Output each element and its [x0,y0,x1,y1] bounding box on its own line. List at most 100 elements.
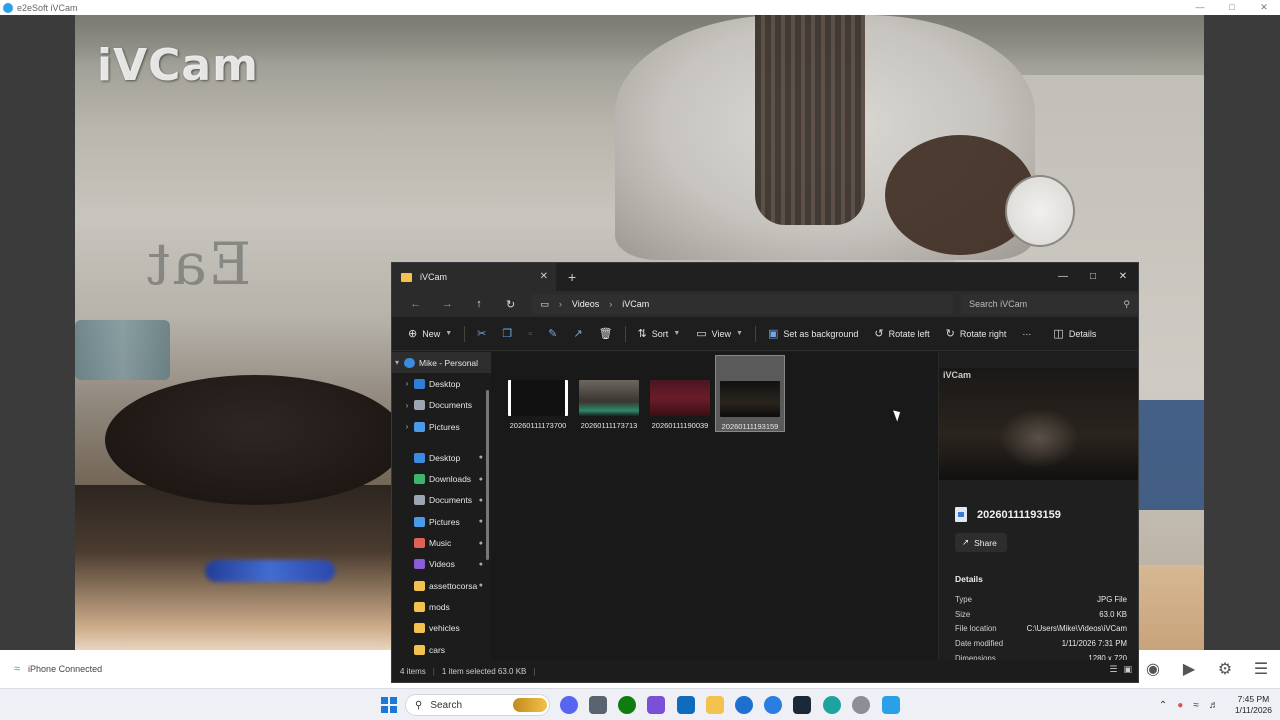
selection-info: 1 item selected 63.0 KB [441,666,527,676]
folder-icon [414,559,425,570]
quick-access-videos[interactable]: Videos ● [392,554,491,575]
rotate-left-label: Rotate left [888,328,930,339]
file-item[interactable]: 20260111173700 [503,355,573,432]
explorer-minimize-button[interactable]: — [1048,263,1078,291]
refresh-icon[interactable]: ↻ [495,298,527,311]
up-arrow-icon[interactable]: ↑ [463,298,495,310]
more-options-button[interactable]: ··· [1014,317,1039,351]
steam-icon[interactable] [793,696,811,714]
quick-access-cars[interactable]: cars [392,639,491,660]
nav-label: mods [429,601,450,612]
camera-icon[interactable]: ◉ [1142,659,1164,679]
quick-access-pictures[interactable]: Pictures ● [392,511,491,532]
outlook-icon[interactable] [677,696,695,714]
app-icon-1[interactable] [589,696,607,714]
game-app-icon[interactable] [647,696,665,714]
wall-clock [1005,175,1075,247]
trash-icon: 🗑 [598,328,613,340]
chevron-down-icon[interactable]: ▾ [392,358,402,367]
app-icon-2[interactable] [735,696,753,714]
back-arrow-icon[interactable]: ← [400,298,432,310]
video-camera-icon[interactable]: ▶ [1178,659,1200,679]
close-tab-icon[interactable]: ✕ [540,271,548,282]
forward-arrow-icon[interactable]: → [432,298,464,310]
file-item[interactable]: 20260111193159 [715,355,785,432]
breadcrumb-videos[interactable]: Videos [572,299,599,309]
share-button[interactable]: ↗ Share [955,533,1007,552]
folder-icon [414,644,425,655]
clock[interactable]: 7:45 PM 1/11/2026 [1235,694,1272,716]
chevron-right-icon[interactable]: › [402,379,412,388]
new-button[interactable]: ⊕ New ▼ [400,317,460,351]
chevron-right-icon[interactable]: › [402,401,412,410]
file-item[interactable]: 20260111190039 [645,355,715,432]
view-button[interactable]: ▭ View ▼ [688,317,751,351]
nav-item-pictures[interactable]: › Pictures [392,416,491,437]
rotate-right-button[interactable]: ↻ Rotate right [938,317,1015,351]
gear-icon[interactable]: ⚙ [1214,659,1236,679]
nav-item-desktop[interactable]: › Desktop [392,373,491,394]
discord-icon[interactable] [560,696,578,714]
property-key: Date modified [955,639,1004,649]
delete-button[interactable]: 🗑 [591,317,621,351]
folder-icon [414,623,425,634]
tiles-view-icon[interactable]: ▣ [1123,664,1132,675]
paste-button[interactable]: ▫ [520,317,540,351]
nav-label: Desktop [429,452,461,463]
app-icon-3[interactable] [764,696,782,714]
file-explorer-icon[interactable] [706,696,724,714]
view-icon: ▭ [696,328,707,340]
detail-property: Date modified 1/11/2026 7:31 PM [955,639,1127,648]
share-toolbar-button[interactable]: ↗ [565,317,590,351]
file-item[interactable]: 20260111173713 [574,355,644,432]
explorer-maximize-button[interactable]: □ [1078,263,1108,291]
taskbar-search[interactable]: ⚲ Search [405,694,550,716]
nav-label: vehicles [429,623,460,634]
quick-access-documents[interactable]: Documents ● [392,490,491,511]
maximize-button[interactable]: □ [1216,0,1248,15]
set-as-background-button[interactable]: ▣ Set as background [760,317,866,351]
nav-scrollbar[interactable] [486,390,489,560]
quick-access-vehicles[interactable]: vehicles [392,618,491,639]
clock-date: 1/11/2026 [1234,705,1272,715]
chevron-up-icon[interactable]: ⌃ [1159,700,1167,711]
explorer-body: ▾ Mike - Personal › Desktop › Documents › Pic… [392,352,1138,660]
minimize-button[interactable]: — [1184,0,1216,15]
details-pane-button[interactable]: ◫ Details [1045,317,1104,351]
breadcrumb[interactable]: ▭ › Videos › iVCam [532,294,954,314]
wifi-icon: ≈ [14,663,21,675]
sort-button[interactable]: ⇅ Sort ▼ [630,317,689,351]
quick-access-music[interactable]: Music ● [392,532,491,553]
quick-access-mods[interactable]: mods [392,596,491,617]
chevron-right-icon[interactable]: › [402,422,412,431]
pin-icon: ● [478,539,483,547]
quick-access-downloads[interactable]: Downloads ● [392,468,491,489]
property-value: 63.0 KB [1099,609,1127,619]
breadcrumb-ivcam[interactable]: iVCam [622,299,649,309]
explorer-close-button[interactable]: ✕ [1108,263,1138,291]
menu-icon[interactable]: ☰ [1250,659,1272,679]
nav-item-documents[interactable]: › Documents [392,395,491,416]
cut-button[interactable]: ✂ [469,317,494,351]
microphone-icon[interactable]: ● [1177,700,1183,711]
rotate-left-button[interactable]: ↺ Rotate left [866,317,937,351]
copy-button[interactable]: ❐ [494,317,520,351]
rename-button[interactable]: ✎ [540,317,565,351]
volume-icon[interactable]: ♬ [1209,700,1219,711]
search-box[interactable]: Search iVCam ⚲ [961,294,1138,314]
new-tab-button[interactable]: + [568,269,576,285]
nav-item-onedrive[interactable]: ▾ Mike - Personal [392,352,491,374]
wifi-tray-icon[interactable]: ≈ [1193,700,1199,711]
edge-icon[interactable] [823,696,841,714]
quick-access-desktop[interactable]: Desktop ● [392,447,491,468]
ivcam-taskbar-icon[interactable] [882,696,900,714]
quick-access-assettocorsa[interactable]: assettocorsa ● [392,575,491,596]
folder-icon [414,400,425,411]
close-button[interactable]: ✕ [1248,0,1280,15]
start-button[interactable] [381,697,397,713]
app-icon-4[interactable] [852,696,870,714]
xbox-icon[interactable] [618,696,636,714]
details-view-icon[interactable]: ☰ [1109,664,1117,675]
explorer-tab-bar: iVCam ✕ + — □ ✕ [392,263,1138,291]
tab-ivcam[interactable]: iVCam ✕ [392,263,556,291]
